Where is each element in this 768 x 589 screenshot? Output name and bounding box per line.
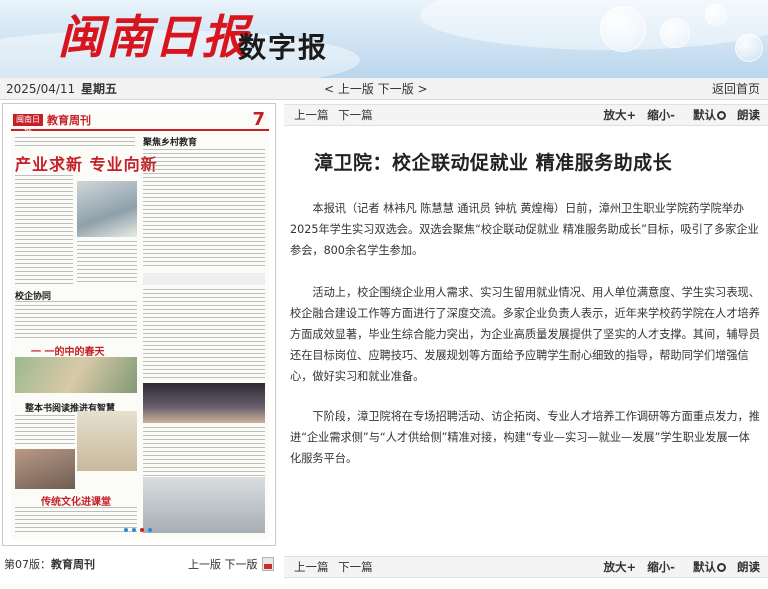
masthead-subtitle: 数字报 [238,31,329,64]
font-larger-button-bottom[interactable]: 放大+ [604,560,637,574]
paper-text-block [15,137,135,147]
page-caption: 第07版：教育周刊 上一版 下一版 [0,556,284,574]
issue-date: 2025/04/11 星期五 [6,78,117,100]
read-aloud-button-bottom[interactable]: 朗读 [737,560,760,574]
banner-bubble [600,6,646,52]
prev-edition-link[interactable]: < 上一版 [324,82,374,96]
paper-text-block [77,241,137,285]
edition-number: 第07版： [4,558,51,571]
paper-text-block [15,507,137,533]
article-body: 漳卫院：校企联动促就业 精准服务助成长 本报讯（记者 林袆凡 陈慧慧 通讯员 钟… [284,128,768,554]
banner-bubble [735,34,763,62]
weekday-text: 星期五 [81,82,118,96]
edition-pager: < 上一版 下一版 > [324,78,428,100]
date-bar: 2025/04/11 星期五 < 上一版 下一版 > 返回首页 [0,78,768,100]
prev-article-link[interactable]: 上一篇 [294,108,329,122]
paper-text-block [143,149,265,269]
page-nav: 上一版 下一版 [188,556,258,574]
prev-page-link[interactable]: 上一版 [188,558,221,571]
paper-photo[interactable] [143,477,265,533]
paper-section-title: 教育周刊 [47,114,91,127]
article-title: 漳卫院：校企联动促就业 精准服务助成长 [314,152,673,174]
article-toolbar-bottom: 上一篇 下一篇 放大+ 缩小- 默认 朗读 [284,556,768,578]
pdf-icon[interactable] [262,557,274,571]
edition-section: 教育周刊 [51,558,95,571]
paper-photo[interactable] [143,383,265,423]
paper-page-number: 7 [252,111,265,130]
font-tools-bottom: 放大+ 缩小- 默认 朗读 [597,557,760,577]
circle-icon [716,111,726,120]
font-default-button[interactable]: 默认 [686,108,726,122]
font-default-label: 默认 [692,108,716,122]
paper-logo: 闽南日报 [13,114,43,136]
font-default-button-bottom[interactable]: 默认 [686,560,726,574]
paper-header-strip: 闽南日报 教育周刊 7 [11,111,269,136]
paper-text-block [143,427,265,477]
banner-bubble [660,18,690,48]
next-page-link[interactable]: 下一版 [225,558,258,571]
next-edition-link[interactable]: 下一版 > [378,82,428,96]
page-thumbnail-frame: 闽南日报 教育周刊 7 产业求新 专业向新 校企协同 一 一的中的春天 整本书阅… [2,103,276,546]
paper-headline[interactable]: 产业求新 专业向新 [15,151,158,175]
paper-text-block [15,175,73,285]
article-toolbar-top: 上一篇 下一篇 放大+ 缩小- 默认 朗读 [284,104,768,126]
page-thumbnail[interactable]: 闽南日报 教育周刊 7 产业求新 专业向新 校企协同 一 一的中的春天 整本书阅… [11,111,269,539]
prev-article-link-bottom[interactable]: 上一篇 [294,560,329,574]
paper-page-dots [123,518,153,537]
font-default-label-bottom: 默认 [692,560,716,574]
next-article-link-bottom[interactable]: 下一篇 [338,560,373,574]
paper-text-block [15,301,137,341]
font-smaller-button-bottom[interactable]: 缩小- [647,560,675,574]
article-pager: 上一篇 下一篇 [294,105,379,125]
font-larger-button[interactable]: 放大+ [604,108,637,122]
paper-section-d[interactable]: 传统文化进课堂 [41,493,111,508]
circle-icon [716,563,726,572]
next-article-link[interactable]: 下一篇 [338,108,373,122]
paper-photo[interactable] [15,449,75,489]
page-label: 第07版：教育周刊 [4,556,95,574]
paper-photo[interactable] [77,181,137,237]
date-text: 2025/04/11 [6,82,76,96]
font-smaller-button[interactable]: 缩小- [647,108,675,122]
masthead-logo[interactable]: 闽南日报 [58,8,250,66]
article-pager-bottom: 上一篇 下一篇 [294,557,379,577]
paper-section-e[interactable]: 聚焦乡村教育 [143,135,197,148]
paper-photo[interactable] [77,411,137,471]
paper-photo[interactable] [15,357,137,393]
article-paragraph: 本报讯（记者 林袆凡 陈慧慧 通讯员 钟杭 黄煌梅）日前，漳州卫生职业学院药学院… [290,202,759,257]
banner-bubble [705,4,727,26]
paper-divider [143,273,265,285]
paper-text-block [15,415,75,445]
font-tools: 放大+ 缩小- 默认 朗读 [597,105,760,125]
header-banner: 闽南日报 数字报 [0,0,768,78]
article-paragraph: 下阶段，漳卫院将在专场招聘活动、访企拓岗、专业人才培养工作调研等方面重点发力，推… [290,410,760,465]
home-link[interactable]: 返回首页 [712,78,760,100]
article-paragraph: 活动上，校企围绕企业用人需求、实习生留用就业情况、用人单位满意度、学生实习表现、… [290,286,760,383]
read-aloud-button[interactable]: 朗读 [737,108,760,122]
paper-text-block [143,289,265,379]
paper-section-b[interactable]: 一 一的中的春天 [31,343,104,358]
